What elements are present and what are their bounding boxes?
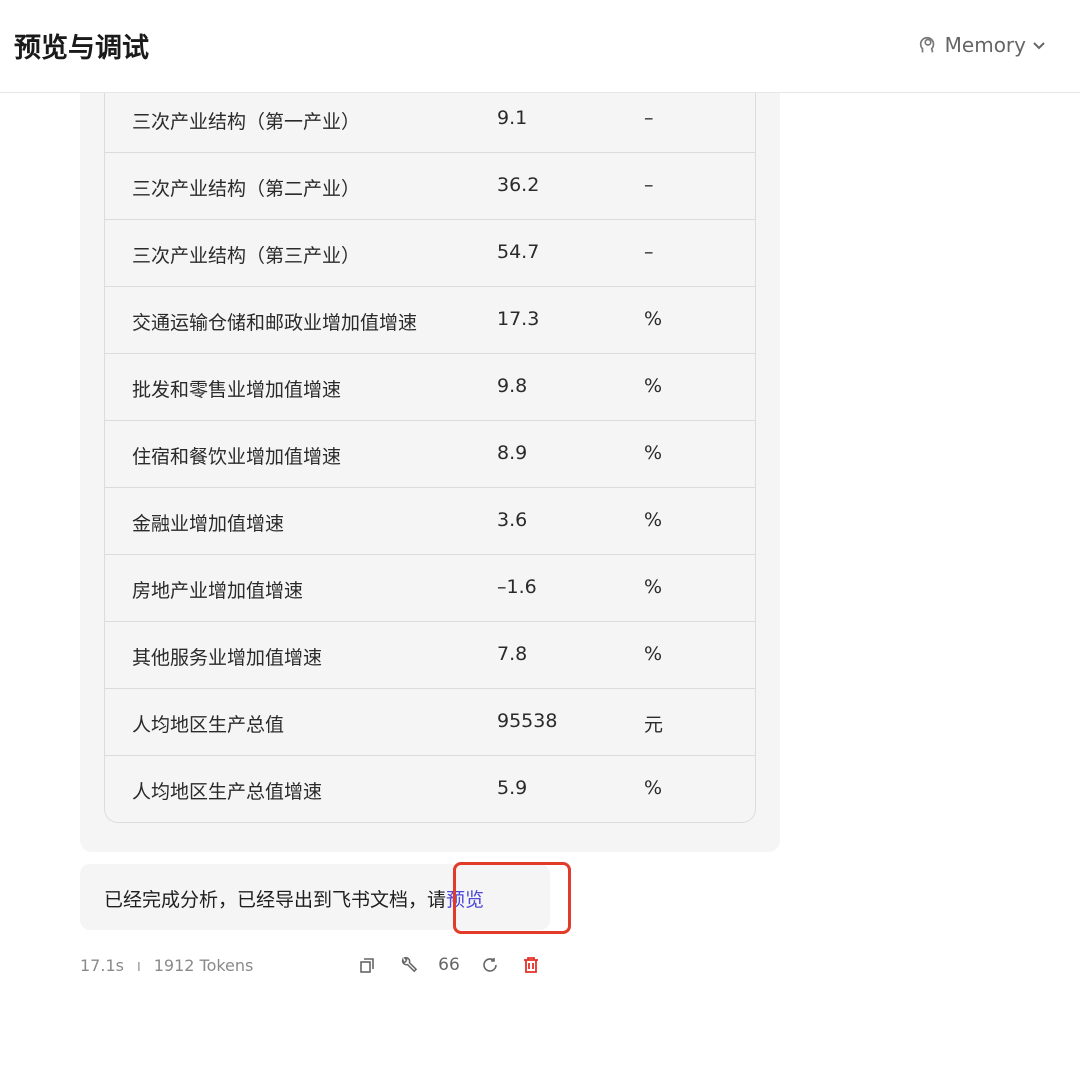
memory-dropdown[interactable]: Memory [917, 33, 1046, 57]
row-value: 3.6 [497, 509, 528, 531]
table-row: 房地产业增加值增速 –1.6% [105, 554, 755, 621]
row-unit: 元 [644, 714, 664, 736]
row-label: 三次产业结构（第三产业） [132, 245, 361, 267]
table-row: 人均地区生产总值增速 5.9% [105, 755, 755, 822]
row-value: 54.7 [497, 241, 540, 263]
row-value: 9.8 [497, 375, 528, 397]
row-label: 房地产业增加值增速 [132, 580, 304, 602]
row-unit: – [644, 241, 654, 263]
row-value: 36.2 [497, 174, 540, 196]
row-label: 人均地区生产总值增速 [132, 781, 323, 803]
response-meta: 17.1s I 1912 Tokens [80, 956, 253, 975]
row-unit: % [644, 643, 663, 665]
row-unit: – [644, 107, 654, 129]
row-label: 三次产业结构（第一产业） [132, 111, 361, 133]
refresh-icon[interactable] [479, 954, 501, 976]
row-unit: % [644, 576, 663, 598]
copy-icon[interactable] [356, 954, 378, 976]
header: 预览与调试 Memory [0, 0, 1080, 93]
row-value: 9.1 [497, 107, 528, 129]
table-row: 批发和零售业增加值增速 9.8% [105, 353, 755, 420]
row-unit: % [644, 509, 663, 531]
row-value: 7.8 [497, 643, 528, 665]
row-unit: % [644, 777, 663, 799]
row-value: 5.9 [497, 777, 528, 799]
table-row: 其他服务业增加值增速 7.8% [105, 621, 755, 688]
delete-icon[interactable] [520, 954, 542, 976]
row-value: 8.9 [497, 442, 528, 464]
row-label: 三次产业结构（第二产业） [132, 178, 361, 200]
table-row: 三次产业结构（第一产业） 9.1 – [105, 86, 755, 152]
row-unit: % [644, 308, 663, 330]
row-value: –1.6 [497, 576, 537, 598]
row-unit: – [644, 174, 654, 196]
chevron-down-icon [1033, 42, 1045, 50]
table-row: 人均地区生产总值 95538 元 [105, 688, 755, 755]
row-unit: % [644, 375, 663, 397]
row-label: 住宿和餐饮业增加值增速 [132, 446, 342, 468]
wrench-icon[interactable] [397, 954, 419, 976]
highlight-box [453, 862, 571, 934]
table-row: 住宿和餐饮业增加值增速 8.9% [105, 420, 755, 487]
table-row: 三次产业结构（第二产业） 36.2 – [105, 152, 755, 219]
row-value: 17.3 [497, 308, 540, 330]
page-title: 预览与调试 [14, 33, 149, 64]
row-label: 其他服务业增加值增速 [132, 647, 323, 669]
row-label: 人均地区生产总值 [132, 714, 285, 736]
message-actions: 66 [356, 954, 542, 976]
row-unit: % [644, 442, 663, 464]
brain-head-icon [919, 37, 934, 53]
table-row: 交通运输仓储和邮政业增加值增速 17.3% [105, 286, 755, 353]
quote-icon[interactable]: 66 [438, 954, 460, 976]
row-label: 金融业增加值增速 [132, 513, 285, 535]
meta-separator: I [137, 960, 141, 974]
response-time: 17.1s [80, 956, 124, 975]
table-row: 金融业增加值增速 3.6% [105, 487, 755, 554]
message-text: 已经完成分析，已经导出到飞书文档，请 [104, 889, 447, 911]
memory-label: Memory [944, 33, 1026, 57]
data-table: 三次产业结构（第一产业） 9.1– 三次产业结构（第二产业） 36.2– 三次产业结构（… [104, 86, 756, 823]
row-label: 批发和零售业增加值增速 [132, 379, 342, 401]
row-label: 交通运输仓储和邮政业增加值增速 [132, 312, 418, 334]
row-value: 95538 [497, 710, 558, 732]
token-count: 1912 Tokens [153, 956, 254, 975]
table-row: 三次产业结构（第三产业） 54.7 – [105, 219, 755, 286]
